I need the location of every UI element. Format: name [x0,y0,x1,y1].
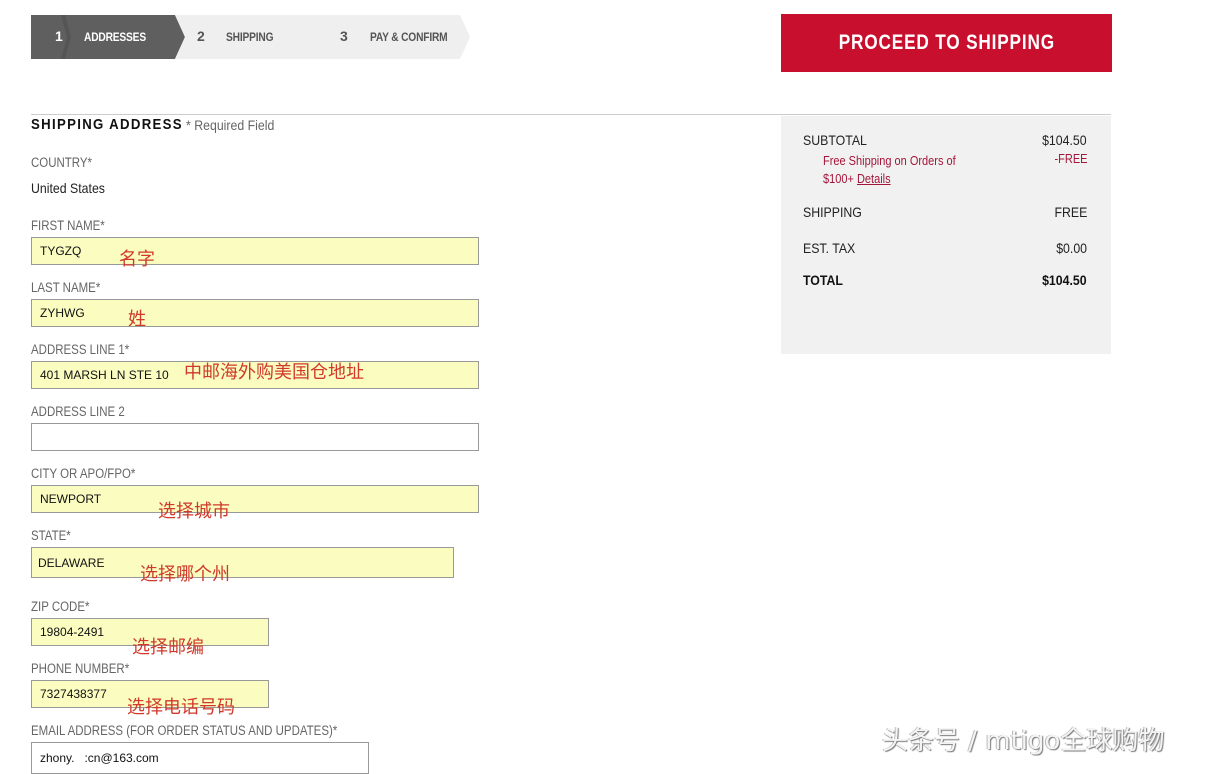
first-name-input[interactable] [31,237,479,265]
city-input[interactable] [31,485,479,513]
subtotal-value: $104.50 [1042,132,1087,148]
zip-label: ZIP CODE* [31,599,90,614]
phone-input[interactable] [31,680,269,708]
step-label: PAY & CONFIRM [370,30,448,44]
email-label: EMAIL ADDRESS (FOR ORDER STATUS AND UPDA… [31,723,338,738]
country-label: COUNTRY* [31,155,93,170]
city-label: CITY OR APO/FPO* [31,466,136,481]
last-name-input[interactable] [31,299,479,327]
first-name-label: FIRST NAME* [31,218,105,233]
required-note: * Required Field [186,117,275,133]
country-value: United States [31,180,105,196]
proceed-to-shipping-button[interactable]: PROCEED TO SHIPPING [781,14,1112,72]
subtotal-label: SUBTOTAL [803,132,867,148]
section-divider [31,114,1111,115]
promo-details-link[interactable]: Details [857,172,891,186]
shipping-row: SHIPPING FREE [803,204,1087,220]
proceed-button-label: PROCEED TO SHIPPING [838,31,1055,54]
tax-value: $0.00 [1056,240,1087,256]
section-title: SHIPPING ADDRESS [31,116,183,133]
step-addresses[interactable]: 1 ADDRESSES [31,15,185,59]
watermark: 头条号 / mtigo全球购物 [882,726,1165,756]
step-shipping[interactable]: 2 SHIPPING [175,15,329,59]
state-select[interactable] [31,547,454,578]
tax-row: EST. TAX $0.00 [803,240,1087,256]
subtotal-row: SUBTOTAL $104.50 [803,132,1087,148]
step-label: SHIPPING [226,30,274,44]
total-label: TOTAL [803,272,843,288]
total-value: $104.50 [1042,272,1087,288]
free-shipping-promo: Free Shipping on Orders of $100+ Details [823,152,973,188]
zip-input[interactable] [31,618,269,646]
last-name-label: LAST NAME* [31,280,101,295]
address-line2-input[interactable] [31,423,479,451]
total-row: TOTAL $104.50 [803,272,1087,288]
address-line1-label: ADDRESS LINE 1* [31,342,130,357]
shipping-label: SHIPPING [803,204,862,220]
shipping-value: FREE [1054,204,1087,220]
promo-value: -FREE [1054,152,1087,166]
address-line2-label: ADDRESS LINE 2 [31,404,125,419]
address-line1-input[interactable] [31,361,479,389]
step-number: 2 [197,28,205,44]
email-input[interactable] [31,742,369,774]
order-summary-panel: SUBTOTAL $104.50 Free Shipping on Orders… [781,116,1111,354]
step-pay-confirm[interactable]: 3 PAY & CONFIRM [318,15,472,59]
checkout-steps: 1 ADDRESSES 2 SHIPPING 3 PAY & CONFIRM [31,15,471,59]
step-number: 1 [55,28,63,44]
state-label: STATE* [31,528,71,543]
phone-label: PHONE NUMBER* [31,661,130,676]
tax-label: EST. TAX [803,240,856,256]
step-label: ADDRESSES [84,30,146,44]
step-number: 3 [340,28,348,44]
